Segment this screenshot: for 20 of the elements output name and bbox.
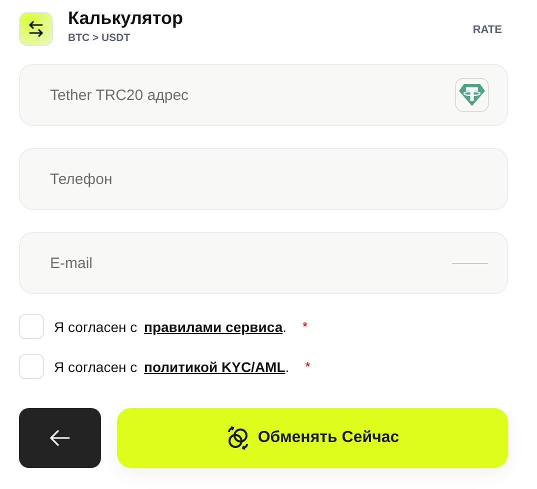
- checkbox[interactable]: [19, 354, 44, 379]
- required-mark: *: [305, 359, 310, 374]
- back-button[interactable]: [19, 408, 101, 468]
- exchange-icon: [226, 426, 250, 450]
- calculator-title: Калькулятор: [68, 8, 184, 29]
- required-mark: *: [302, 319, 308, 334]
- exchange-icon: [19, 12, 53, 46]
- rate-button[interactable]: RATE: [472, 24, 508, 36]
- consent-text: Я согласен с политикой KYC/AML.: [54, 358, 290, 374]
- exchange-button[interactable]: Обменять Сейчас: [117, 408, 508, 468]
- input-field[interactable]: Tether TRC20 адрес: [19, 64, 508, 126]
- dash-icon: [452, 263, 488, 264]
- currency-pair: BTC > USDT: [68, 32, 132, 44]
- input-field[interactable]: Телефон: [19, 148, 508, 210]
- coin-icon: [455, 78, 489, 112]
- policy-link[interactable]: политикой KYC/AML: [144, 358, 286, 374]
- checkbox[interactable]: [19, 314, 44, 339]
- input-field[interactable]: E-mail: [19, 232, 508, 294]
- policy-link[interactable]: правилами сервиса: [144, 318, 283, 334]
- consent-text: Я согласен с правилами сервиса.: [54, 318, 287, 334]
